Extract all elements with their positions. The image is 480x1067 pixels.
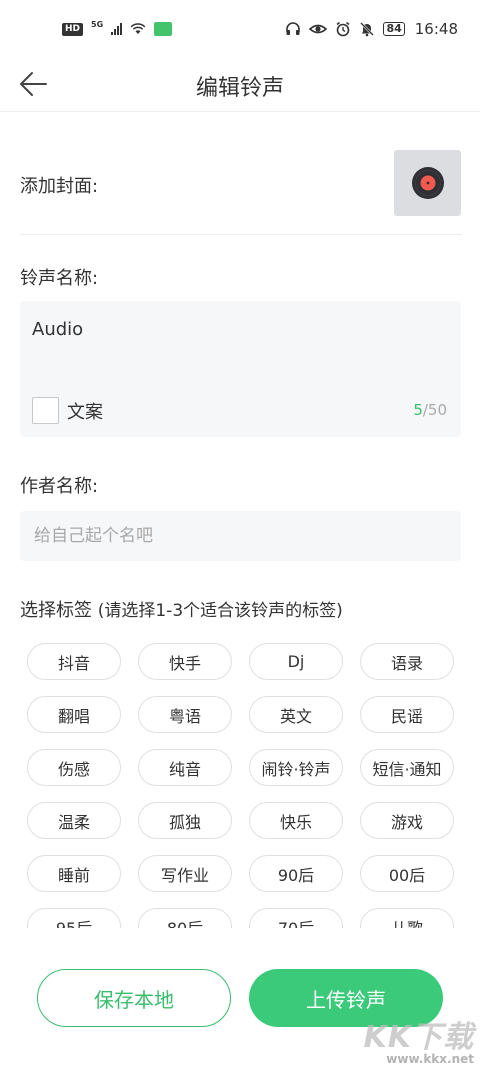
tag-chip[interactable]: 80后 — [138, 908, 232, 928]
ringtone-name-input[interactable]: Audio — [32, 319, 83, 340]
tag-chip[interactable]: 闹铃·铃声 — [249, 749, 343, 786]
status-right: 84 16:48 — [285, 20, 458, 38]
headphones-icon — [286, 22, 301, 35]
tag-chip[interactable]: 翻唱 — [27, 696, 121, 733]
author-name-label: 作者名称: — [20, 476, 99, 497]
status-left: HD 5G — [62, 19, 173, 36]
tag-chip[interactable]: 快手 — [138, 643, 232, 680]
copywriting-checkbox[interactable] — [32, 397, 59, 424]
tags-title-text: 选择标签 — [20, 600, 92, 621]
tag-chip[interactable]: 快乐 — [249, 802, 343, 839]
divider — [20, 234, 462, 235]
app-notification-icon — [154, 22, 173, 36]
tag-chip[interactable]: 抖音 — [27, 643, 121, 680]
cover-image-button[interactable] — [394, 150, 461, 216]
eye-icon — [309, 24, 328, 34]
battery-icon: 84 — [383, 22, 405, 36]
ringtone-name-label: 铃声名称: — [20, 268, 99, 289]
tag-chip[interactable]: 纯音 — [138, 749, 232, 786]
tag-chip[interactable]: 游戏 — [360, 802, 454, 839]
tag-chip[interactable]: 英文 — [249, 696, 343, 733]
cover-label: 添加封面: — [20, 176, 99, 197]
ringtone-name-box[interactable]: Audio 文案 5/50 — [20, 301, 461, 437]
tag-chip[interactable]: 儿歌 — [360, 908, 454, 928]
tags-hint: (请选择1-3个适合该铃声的标签) — [97, 601, 343, 621]
tag-chip[interactable]: 70后 — [249, 908, 343, 928]
alarm-icon — [336, 21, 350, 37]
tag-chip[interactable]: 95后 — [27, 908, 121, 928]
tag-chip[interactable]: 写作业 — [138, 855, 232, 892]
tags-grid: 抖音 快手 Dj 语录 翻唱 粤语 英文 民谣 伤感 纯音 闹铃·铃声 短信·通… — [27, 643, 455, 928]
tag-chip[interactable]: 90后 — [249, 855, 343, 892]
char-count-max: /50 — [422, 401, 447, 419]
char-count-current: 5 — [413, 401, 423, 419]
tag-chip[interactable]: 粤语 — [138, 696, 232, 733]
char-counter: 5/50 — [413, 401, 447, 419]
tags-title: 选择标签 (请选择1-3个适合该铃声的标签) — [20, 596, 343, 622]
author-name-input[interactable] — [20, 511, 461, 561]
hd-badge: HD — [62, 22, 84, 36]
tag-chip[interactable]: Dj — [249, 643, 343, 680]
wifi-icon — [130, 23, 146, 34]
vinyl-record-icon — [411, 167, 444, 199]
tag-chip[interactable]: 温柔 — [27, 802, 121, 839]
tag-chip[interactable]: 民谣 — [360, 696, 454, 733]
tag-chip[interactable]: 短信·通知 — [360, 749, 454, 786]
copywriting-option[interactable]: 文案 — [32, 397, 103, 424]
tag-chip[interactable]: 睡前 — [27, 855, 121, 892]
app-header: 编辑铃声 — [0, 58, 480, 112]
network-type: 5G — [91, 19, 104, 29]
tag-chip[interactable]: 孤独 — [138, 802, 232, 839]
tag-chip[interactable]: 00后 — [360, 855, 454, 892]
copywriting-checkbox-label: 文案 — [67, 401, 103, 423]
signal-icon — [111, 23, 123, 35]
tag-chip[interactable]: 语录 — [360, 643, 454, 680]
mute-bell-icon — [360, 22, 375, 37]
tag-chip[interactable]: 伤感 — [27, 749, 121, 786]
watermark-logo: KK下载 — [363, 1020, 474, 1055]
status-bar: HD 5G 84 16:48 — [0, 0, 480, 58]
tags-scroll-area[interactable]: 抖音 快手 Dj 语录 翻唱 粤语 英文 民谣 伤感 纯音 闹铃·铃声 短信·通… — [0, 640, 480, 928]
page-title: 编辑铃声 — [195, 76, 284, 101]
save-local-button[interactable]: 保存本地 — [37, 969, 231, 1027]
watermark: KK下载 www.kkx.net — [364, 1012, 475, 1066]
status-time: 16:48 — [414, 20, 458, 38]
